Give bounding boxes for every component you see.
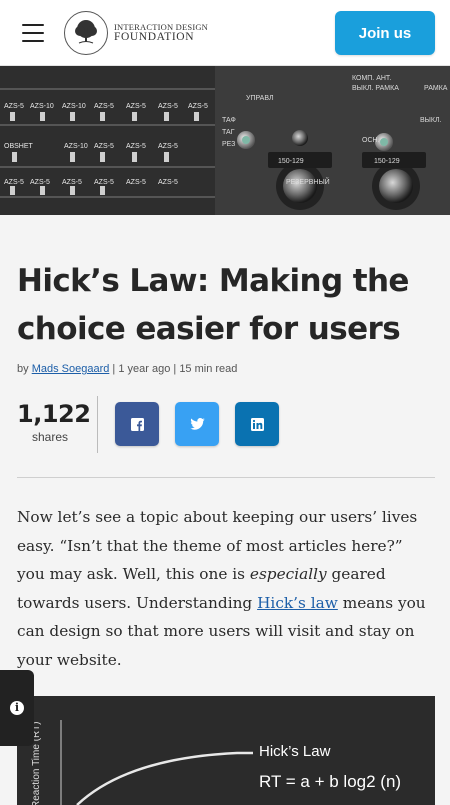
svg-text:AZS-5: AZS-5 (30, 179, 50, 186)
svg-text:ТАФ: ТАФ (222, 117, 236, 124)
svg-text:AZS-10: AZS-10 (30, 103, 54, 110)
svg-text:AZS-5: AZS-5 (94, 143, 114, 150)
svg-text:150-129: 150-129 (278, 158, 304, 165)
info-icon: i (10, 701, 24, 715)
tree-logo-icon (64, 11, 108, 55)
svg-text:AZS-5: AZS-5 (94, 103, 114, 110)
logo-line-2: FOUNDATION (114, 31, 195, 44)
svg-text:AZS-5: AZS-5 (188, 103, 208, 110)
info-tab[interactable]: i (0, 670, 34, 746)
byline: by Mads Soegaard | 1 year ago | 15 min r… (17, 363, 435, 375)
svg-text:ОСН.: ОСН. (362, 137, 380, 144)
article-title-line-2: choice easier for users (17, 311, 401, 347)
site-logo[interactable]: INTERACTION DESIGN FOUNDATION (64, 11, 208, 55)
byline-separator: | (112, 363, 116, 375)
hicks-law-figure: Reaction Time (RT) Hick’s Law RT = a + b… (17, 696, 435, 805)
share-bar: 1,122 shares (17, 396, 435, 478)
share-count-label: shares (31, 430, 69, 444)
svg-text:AZS-5: AZS-5 (62, 179, 82, 186)
article-title: Hick’s Law: Making the choice easier for… (17, 257, 435, 353)
byline-prefix: by (17, 363, 29, 375)
share-twitter-button[interactable] (175, 402, 219, 446)
svg-text:AZS-5: AZS-5 (158, 103, 178, 110)
svg-text:РАМКА: РАМКА (424, 85, 448, 92)
logo-wordmark: INTERACTION DESIGN FOUNDATION (114, 21, 209, 44)
article-age: 1 year ago (118, 363, 171, 375)
svg-text:AZS-5: AZS-5 (126, 103, 146, 110)
site-header: INTERACTION DESIGN FOUNDATION Join us (0, 0, 450, 66)
join-us-button[interactable]: Join us (335, 11, 435, 55)
svg-text:AZS-5: AZS-5 (4, 179, 24, 186)
svg-text:AZS-5: AZS-5 (126, 143, 146, 150)
hicks-law-link[interactable]: Hick’s law (257, 594, 338, 612)
svg-text:РЕЗЕРВНЫЙ: РЕЗЕРВНЫЙ (286, 177, 330, 186)
svg-text:КОМП. АНТ.: КОМП. АНТ. (352, 75, 391, 82)
svg-text:УПРАВЛ: УПРАВЛ (246, 95, 274, 102)
facebook-icon (130, 417, 144, 431)
svg-text:ВЫКЛ.: ВЫКЛ. (420, 117, 442, 124)
share-divider (97, 396, 98, 453)
share-count-number: 1,122 (17, 400, 91, 428)
article: Hick’s Law: Making the choice easier for… (17, 215, 435, 669)
figure-formula: RT = a + b log2 (n) (259, 772, 402, 791)
svg-text:AZS-10: AZS-10 (64, 143, 88, 150)
author-link[interactable]: Mads Soegaard (32, 363, 110, 375)
svg-text:AZS-10: AZS-10 (62, 103, 86, 110)
read-time: 15 min read (179, 363, 238, 375)
article-paragraph: Now let’s see a topic about keeping our … (17, 503, 435, 674)
figure-y-axis-label: Reaction Time (RT) (31, 721, 42, 805)
linkedin-icon (250, 417, 264, 431)
svg-text:AZS-5: AZS-5 (158, 179, 178, 186)
figure-curve-label: Hick’s Law (259, 743, 331, 760)
svg-text:AZS-5: AZS-5 (4, 103, 24, 110)
menu-icon[interactable] (22, 23, 44, 43)
twitter-icon (189, 418, 205, 430)
share-count: 1,122 shares (17, 400, 91, 444)
logo-line-1: INTERACTION DESIGN (114, 21, 209, 32)
article-title-line-1: Hick’s Law: Making the (17, 263, 409, 299)
svg-text:РЕЗ: РЕЗ (222, 141, 235, 148)
svg-text:AZS-5: AZS-5 (126, 179, 146, 186)
byline-separator: | (173, 363, 177, 375)
share-linkedin-button[interactable] (235, 402, 279, 446)
svg-text:ВЫКЛ. РАМКА: ВЫКЛ. РАМКА (352, 85, 399, 92)
svg-text:AZS-5: AZS-5 (94, 179, 114, 186)
svg-text:AZS-5: AZS-5 (158, 143, 178, 150)
share-facebook-button[interactable] (115, 402, 159, 446)
paragraph-emphasis: especially (249, 565, 327, 583)
svg-text:ТАГ: ТАГ (222, 129, 235, 136)
hero-image: AZS-5 AZS-10 AZS-10 AZS-5 AZS-5 AZS-5 AZS-5 OB… (0, 66, 450, 215)
svg-text:OBSHET: OBSHET (4, 143, 34, 150)
svg-text:150-129: 150-129 (374, 158, 400, 165)
